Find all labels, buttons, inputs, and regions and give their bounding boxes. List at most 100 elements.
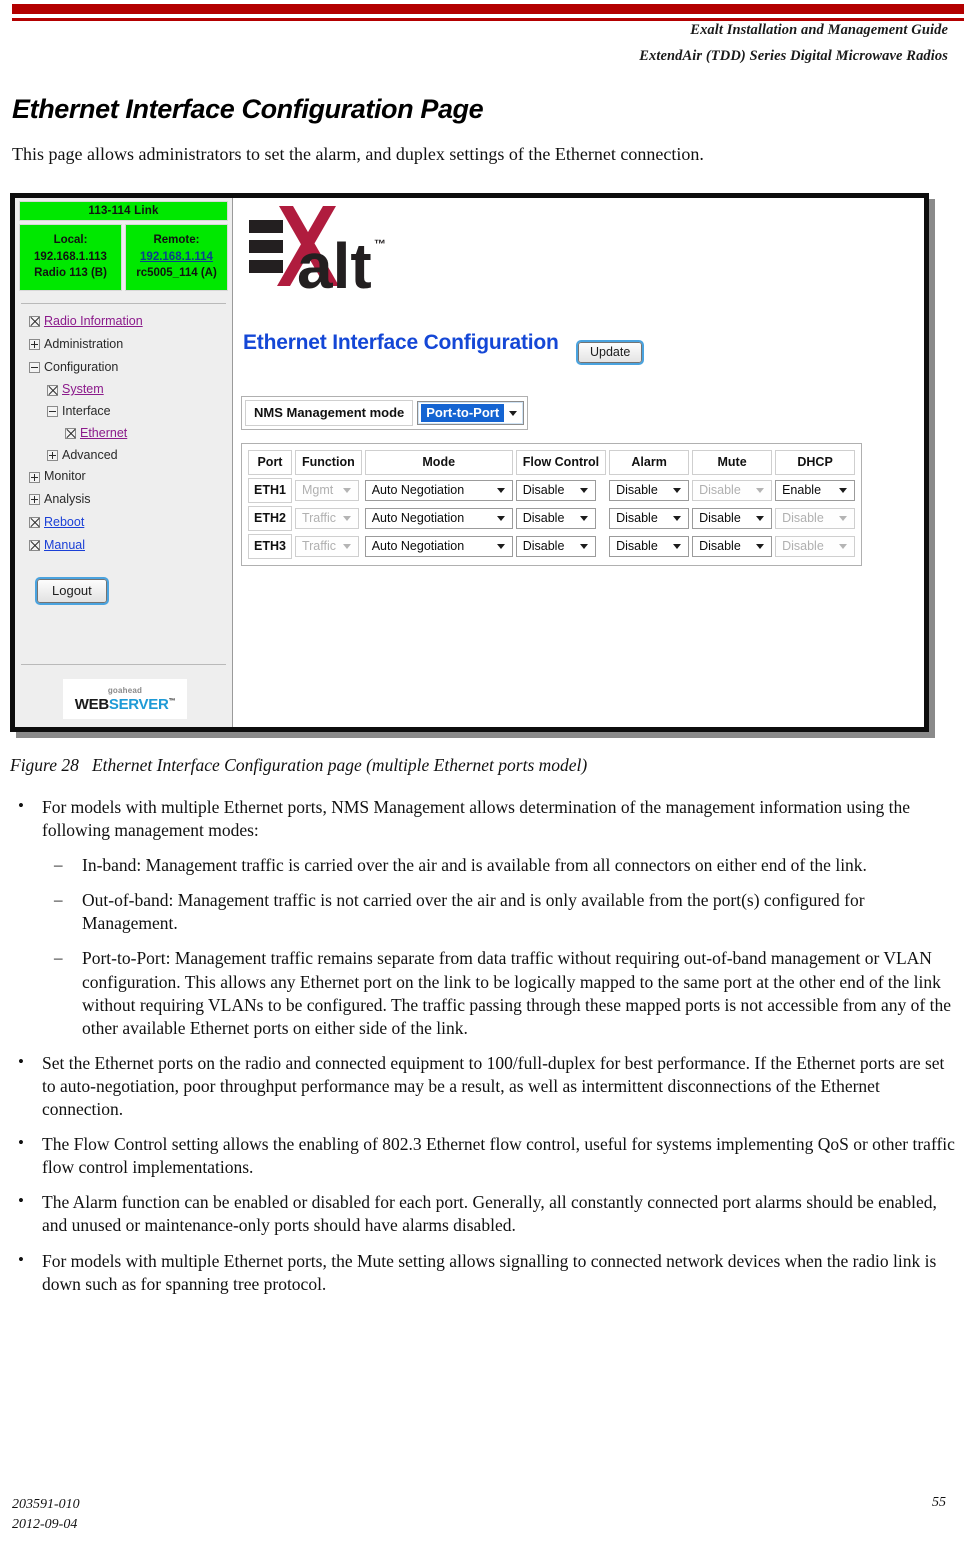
bullet-marker: • (18, 1133, 24, 1153)
chevron-down-icon[interactable] (839, 487, 848, 493)
remote-ip-link[interactable]: 192.168.1.114 (126, 249, 227, 266)
flow-control-select[interactable]: Disable (515, 480, 596, 501)
logout-button[interactable]: Logout (35, 577, 109, 606)
cross-box-icon[interactable] (29, 517, 40, 529)
chevron-down-icon[interactable] (509, 410, 518, 416)
cross-box-icon[interactable] (29, 316, 40, 328)
cell-mute: Disable (692, 534, 773, 559)
dhcp-select: Disable (775, 536, 856, 557)
mode-select[interactable]: Auto Negotiation (364, 508, 513, 529)
logout-container: Logout (15, 561, 232, 606)
nms-management-mode-label: NMS Management mode (245, 400, 414, 426)
sidebar-item-label: Reboot (44, 514, 85, 529)
mute-value: Disable (699, 539, 741, 553)
alarm-select[interactable]: Disable (609, 508, 690, 529)
minus-box-icon[interactable] (29, 361, 40, 373)
chevron-down-icon[interactable] (496, 487, 505, 493)
chevron-down-icon[interactable] (756, 543, 765, 549)
cell-dhcp: Enable (775, 478, 856, 503)
chevron-down-icon (342, 487, 351, 493)
sub-bullet-text: In-band: Management traffic is carried o… (82, 855, 867, 876)
sidebar-item-label: Advanced (62, 447, 118, 462)
plus-box-icon[interactable] (29, 471, 40, 483)
svg-text:alt: alt (297, 230, 372, 302)
alarm-value: Disable (616, 483, 658, 497)
sidebar-item-label: Ethernet (80, 425, 128, 440)
cell-mute: Disable (692, 506, 773, 531)
nms-selected-value: Port-to-Port (421, 404, 505, 422)
chevron-down-icon[interactable] (579, 543, 588, 549)
dash-marker: – (54, 890, 63, 910)
sidebar-item-ethernet[interactable]: Ethernet (29, 425, 232, 441)
exalt-logo: alt ™ (249, 206, 386, 302)
mute-select[interactable]: Disable (692, 536, 773, 557)
table-header-row: Port Function Mode Flow Control Alarm Mu… (248, 450, 856, 475)
plus-box-icon[interactable] (29, 494, 40, 506)
sidebar-item-interface[interactable]: Interface (29, 404, 232, 419)
cell-flow-control: Disable (515, 478, 606, 503)
webserver-word1: WEB (74, 695, 109, 713)
alarm-select[interactable]: Disable (609, 480, 690, 501)
flow-control-select[interactable]: Disable (515, 536, 596, 557)
goahead-label: goahead (107, 685, 143, 695)
bullet-item: • The Alarm function can be enabled or d… (10, 1191, 960, 1237)
chevron-down-icon[interactable] (673, 487, 682, 493)
column-header-flow-control: Flow Control (515, 450, 607, 475)
plus-box-icon[interactable] (47, 449, 58, 461)
chevron-down-icon[interactable] (496, 515, 505, 521)
bullet-text: The Alarm function can be enabled or dis… (42, 1192, 937, 1236)
chevron-down-icon[interactable] (579, 515, 588, 521)
chevron-down-icon[interactable] (579, 487, 588, 493)
alarm-select[interactable]: Disable (609, 536, 690, 557)
cross-box-icon[interactable] (65, 428, 76, 440)
column-header-dhcp: DHCP (775, 450, 856, 475)
chevron-down-icon[interactable] (496, 543, 505, 549)
cross-box-icon[interactable] (29, 539, 40, 551)
svg-text:™: ™ (374, 237, 386, 251)
dhcp-value: Disable (782, 511, 824, 525)
ethernet-port-table: Port Function Mode Flow Control Alarm Mu… (241, 443, 863, 566)
plus-box-icon[interactable] (29, 339, 40, 351)
sidebar-item-radio-information[interactable]: Radio Information (29, 314, 232, 329)
sidebar-item-manual[interactable]: Manual (29, 538, 232, 553)
mute-select[interactable]: Disable (692, 508, 773, 529)
sidebar-item-configuration[interactable]: Configuration (29, 360, 232, 375)
sidebar-item-analysis[interactable]: Analysis (29, 492, 232, 507)
sidebar-item-reboot[interactable]: Reboot (29, 514, 232, 530)
update-button[interactable]: Update (575, 340, 645, 365)
mode-select[interactable]: Auto Negotiation (364, 536, 513, 557)
header-title-line2: ExtendAir (TDD) Series Digital Microwave… (639, 48, 948, 64)
table-row: ETH2 Traffic Auto Negotiation Disable Di… (248, 506, 856, 531)
cross-box-icon[interactable] (47, 384, 58, 396)
dhcp-select[interactable]: Enable (775, 480, 856, 501)
bullet-item: • For models with multiple Ethernet port… (10, 1250, 960, 1296)
bullet-text: The Flow Control setting allows the enab… (42, 1134, 955, 1178)
flow-control-select[interactable]: Disable (515, 508, 596, 529)
chevron-down-icon[interactable] (673, 515, 682, 521)
header-rule-thick (12, 4, 964, 14)
header-title-line1: Exalt Installation and Management Guide (690, 22, 948, 38)
sidebar-item-monitor[interactable]: Monitor (29, 470, 232, 484)
chevron-down-icon[interactable] (756, 515, 765, 521)
nms-management-mode-select[interactable]: Port-to-Port (417, 401, 525, 425)
sidebar-item-label: Analysis (44, 492, 91, 507)
column-header-port: Port (248, 450, 292, 475)
sidebar-item-label: Interface (62, 404, 111, 419)
bullet-item: • For models with multiple Ethernet port… (10, 796, 960, 842)
chevron-down-icon[interactable] (673, 543, 682, 549)
sidebar-item-system[interactable]: System (29, 383, 232, 397)
mode-select[interactable]: Auto Negotiation (364, 480, 513, 501)
mute-value: Disable (699, 483, 741, 497)
minus-box-icon[interactable] (47, 406, 58, 418)
sidebar-item-administration[interactable]: Administration (29, 337, 232, 352)
body-content: • For models with multiple Ethernet port… (10, 796, 960, 1308)
bullet-marker: • (18, 1051, 24, 1071)
table-row: ETH3 Traffic Auto Negotiation Disable Di… (248, 534, 856, 559)
column-header-mute: Mute (692, 450, 773, 475)
intro-paragraph: This page allows administrators to set t… (12, 144, 704, 164)
nav-tree: Radio Information Administration Configu… (15, 314, 232, 553)
dhcp-value: Disable (782, 539, 824, 553)
sidebar-item-advanced[interactable]: Advanced (29, 447, 232, 463)
sub-bullet-text: Out-of-band: Management traffic is not c… (82, 890, 865, 934)
port-name: ETH2 (248, 506, 292, 531)
